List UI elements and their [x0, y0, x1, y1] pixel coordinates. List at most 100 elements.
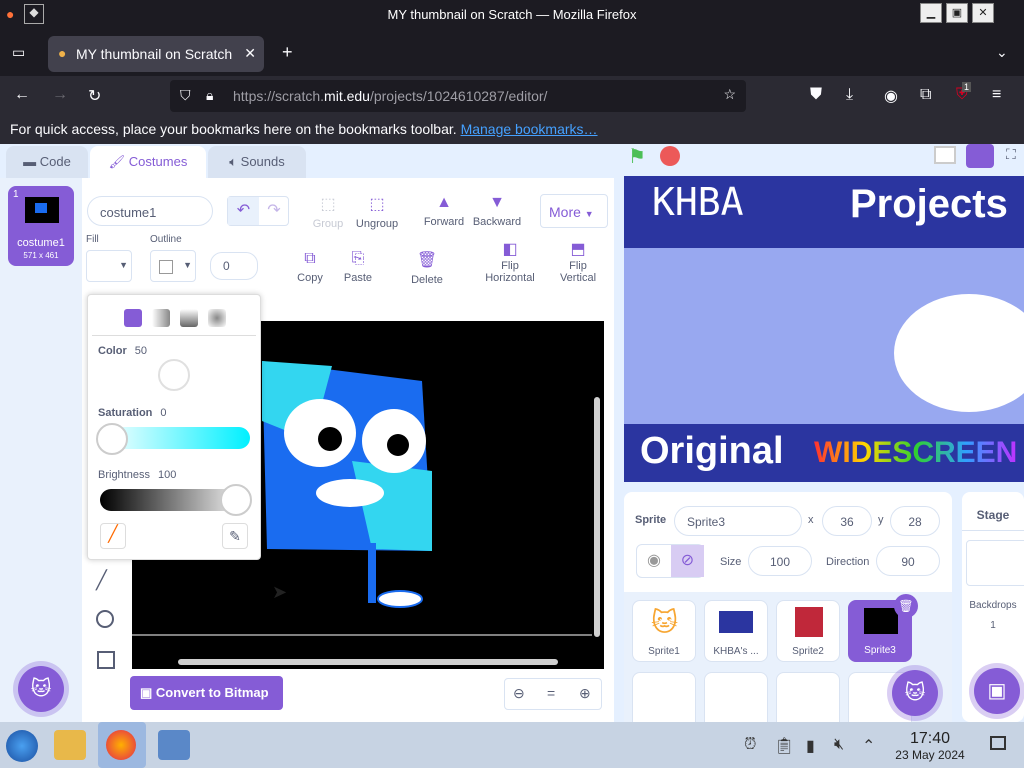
tab-sounds[interactable]: 🔈︎ Sounds	[208, 146, 306, 178]
no-color-icon[interactable]: ╱	[100, 523, 126, 549]
code-icon: ▬	[23, 154, 40, 169]
forward-icon[interactable]: →	[52, 86, 68, 104]
maximize-button[interactable]: ▣	[946, 3, 968, 23]
brightness-slider-handle[interactable]	[220, 484, 252, 516]
bookmark-star-icon[interactable]: ☆	[723, 86, 736, 103]
rectangle-tool-icon[interactable]	[97, 651, 115, 669]
browser-tab[interactable]: ● MY thumbnail on Scratch ✕	[48, 36, 264, 72]
hamburger-menu-icon[interactable]: ≡	[992, 86, 1001, 104]
download-icon[interactable]: ⤓	[846, 86, 853, 104]
show-desktop-icon[interactable]	[990, 736, 1006, 750]
selection-handle[interactable]	[368, 543, 376, 603]
size-input[interactable]: 100	[748, 546, 812, 576]
outline-swatch[interactable]: ▼	[150, 250, 196, 282]
copy-label: Copy	[297, 272, 323, 284]
close-tab-icon[interactable]: ✕	[244, 45, 256, 62]
reload-icon[interactable]: ↻	[88, 86, 101, 106]
start-menu-icon[interactable]	[6, 730, 38, 762]
x-input[interactable]: 36	[822, 506, 872, 536]
shield-icon[interactable]: ⛉	[180, 87, 191, 104]
volume-muted-icon[interactable]: 🔇︎	[834, 736, 844, 754]
clock-date[interactable]: 23 May 2024	[880, 748, 980, 762]
color-slider-handle[interactable]	[158, 359, 190, 391]
fill-swatch[interactable]: ▼	[86, 250, 132, 282]
stage-canvas[interactable]: KHBA Projects Original WIDESCREEN	[624, 176, 1024, 482]
account-icon[interactable]: ◉	[884, 86, 898, 106]
sprite-thumb[interactable]: KHBA's ...	[704, 600, 768, 662]
copy-button[interactable]: ⧉ Copy	[290, 250, 330, 284]
system-settings-icon[interactable]	[158, 730, 190, 760]
delete-sprite-icon[interactable]: 🗑︎	[894, 594, 918, 618]
delete-button[interactable]: 🗑︎ Delete	[406, 250, 448, 286]
group-button[interactable]: ⬚ Group	[308, 194, 348, 230]
minimize-button[interactable]: ▁	[920, 3, 942, 23]
chevron-down-icon[interactable]: ⌄	[996, 44, 1008, 61]
sprite-thumb[interactable]: Sprite2	[776, 600, 840, 662]
saturation-slider-handle[interactable]	[96, 423, 128, 455]
ungroup-button[interactable]: ⬚ Ungroup	[354, 194, 400, 230]
forward-button[interactable]: ▲ Forward	[422, 194, 466, 228]
fill-label: Fill	[86, 234, 99, 245]
paste-button[interactable]: ⎘ Paste	[338, 250, 378, 284]
y-input[interactable]: 28	[890, 506, 940, 536]
lock-icon[interactable]: 🔒︎	[206, 87, 213, 104]
battery-icon[interactable]: ▮	[806, 736, 815, 756]
list-all-tabs-icon[interactable]: ▭	[12, 44, 25, 61]
tab-costumes[interactable]: 🖌︎ Costumes	[90, 146, 206, 178]
horizontal-gradient-icon[interactable]	[152, 309, 170, 327]
hide-eye-icon[interactable]: ⊘	[671, 545, 704, 577]
tab-code[interactable]: ▬ Code	[6, 146, 88, 178]
stop-icon[interactable]	[660, 146, 680, 166]
add-backdrop-button[interactable]: ▣	[974, 668, 1020, 714]
chevron-up-icon[interactable]: ⌃	[862, 736, 875, 756]
new-tab-button[interactable]: +	[282, 42, 293, 63]
line-tool-icon[interactable]: ╱	[96, 570, 107, 591]
fullscreen-icon[interactable]: ⛶	[1006, 146, 1016, 163]
firefox-taskbar-button[interactable]	[98, 722, 146, 768]
undo-button[interactable]: ↶	[228, 197, 259, 225]
costume-name-input[interactable]: costume1	[87, 196, 213, 226]
large-stage-icon[interactable]	[966, 144, 994, 168]
solid-fill-icon[interactable]	[124, 309, 142, 327]
vertical-scrollbar[interactable]	[594, 397, 600, 637]
add-costume-button[interactable]: 🐱︎	[18, 666, 64, 712]
extensions-icon[interactable]: ⧉	[920, 86, 931, 104]
sprite-thumb-label: Sprite2	[792, 646, 824, 657]
clock-time[interactable]: 17:40	[892, 730, 968, 748]
close-window-button[interactable]: ✕	[972, 3, 994, 23]
selected-shape[interactable]	[377, 590, 423, 608]
zoom-in-icon[interactable]: ⊕	[579, 685, 591, 702]
more-button[interactable]: More ▼	[540, 194, 608, 228]
url-suffix: /projects/1024610287/editor/	[369, 88, 548, 104]
flip-horizontal-button[interactable]: ◧ Flip Horizontal	[482, 242, 538, 285]
zoom-reset-button[interactable]: =	[547, 685, 555, 701]
eyedropper-icon[interactable]: ✎	[222, 523, 248, 549]
horizontal-scrollbar[interactable]	[178, 659, 558, 665]
alarm-icon[interactable]: ⏰︎	[744, 736, 756, 754]
backdrop-thumbnail[interactable]	[966, 540, 1024, 586]
direction-input[interactable]: 90	[876, 546, 940, 576]
vertical-gradient-icon[interactable]	[180, 309, 198, 327]
flip-vertical-button[interactable]: ⬒ Flip Vertical	[556, 242, 600, 285]
outline-width-input[interactable]: 0	[210, 252, 258, 280]
sprite-thumb[interactable]: 🐱︎ Sprite1	[632, 600, 696, 662]
zoom-out-icon[interactable]: ⊖	[513, 685, 525, 702]
show-eye-icon[interactable]: ◉	[637, 545, 671, 577]
redo-button[interactable]: ↷	[259, 197, 289, 225]
sprite-name-input[interactable]: Sprite3	[674, 506, 802, 536]
add-sprite-button[interactable]: 🐱︎	[892, 670, 938, 716]
green-flag-icon[interactable]: ⚑	[628, 144, 646, 169]
backward-button[interactable]: ▼ Backward	[472, 194, 522, 228]
small-stage-icon[interactable]	[934, 146, 956, 164]
back-icon[interactable]: ←	[14, 86, 30, 104]
costume-item[interactable]: 1 costume1 571 x 461	[8, 186, 74, 266]
pocket-icon[interactable]: ⛊	[810, 86, 822, 104]
url-bar[interactable]: ⛉ 🔒︎ https://scratch.mit.edu/projects/10…	[170, 80, 746, 112]
radial-gradient-icon[interactable]	[208, 309, 226, 327]
file-manager-icon[interactable]	[54, 730, 86, 760]
manage-bookmarks-link[interactable]: Manage bookmarks…	[461, 121, 598, 137]
convert-to-bitmap-button[interactable]: ▣ Convert to Bitmap	[130, 676, 283, 710]
clipboard-icon[interactable]: 📋︎	[774, 736, 794, 756]
backward-label: Backward	[472, 216, 522, 228]
circle-tool-icon[interactable]	[96, 610, 114, 628]
